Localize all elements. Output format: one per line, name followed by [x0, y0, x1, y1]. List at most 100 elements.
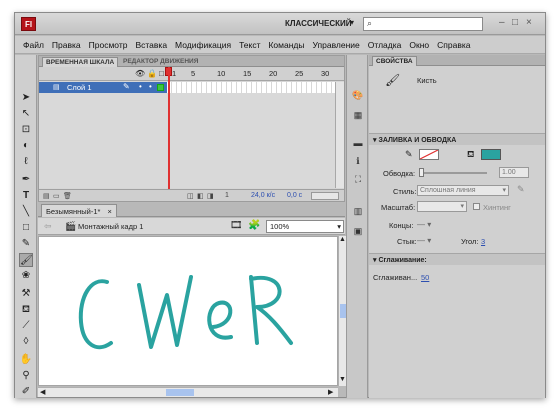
- lock-icon[interactable]: 🔒: [147, 69, 157, 78]
- chevron-down-icon[interactable]: ▾: [337, 222, 341, 231]
- onion-skin-icon[interactable]: ◫: [187, 192, 194, 200]
- fill-stroke-header[interactable]: ▾ ЗАЛИВКА И ОБВОДКА: [369, 133, 545, 145]
- stroke-width-field[interactable]: 1.00: [499, 167, 529, 178]
- stage-hscroll[interactable]: ◀ ▶: [38, 387, 338, 397]
- menu-modify[interactable]: Модификация: [175, 40, 231, 50]
- rectangle-tool-icon[interactable]: □: [19, 221, 33, 235]
- fps-value[interactable]: 24,0 к/с: [251, 192, 275, 199]
- deco-tool-icon[interactable]: ❀: [19, 269, 33, 283]
- back-arrow-icon[interactable]: ⇦: [44, 221, 52, 232]
- text-tool-icon[interactable]: T: [19, 189, 33, 203]
- lock-dot-icon[interactable]: •: [149, 82, 152, 91]
- menu-debug[interactable]: Отладка: [368, 40, 402, 50]
- stroke-slider-handle[interactable]: [419, 168, 424, 177]
- outline-icon[interactable]: □: [159, 69, 164, 78]
- menu-file[interactable]: Файл: [23, 40, 44, 50]
- scroll-up-icon[interactable]: ▲: [339, 236, 346, 243]
- selection-tool-icon[interactable]: ➤: [19, 91, 33, 105]
- hand-tool-icon[interactable]: ✋: [19, 353, 33, 367]
- menu-control[interactable]: Управление: [313, 40, 360, 50]
- tool-name: Кисть: [417, 76, 437, 85]
- visibility-dot-icon[interactable]: •: [139, 82, 142, 91]
- subselection-tool-icon[interactable]: ↖: [19, 107, 33, 121]
- joins-select[interactable]: — ▾: [417, 236, 431, 245]
- color-panel-icon[interactable]: 🎨: [351, 89, 365, 101]
- smoothing-header[interactable]: ▾ Сглаживание:: [369, 253, 545, 265]
- align-icon[interactable]: ▬: [351, 137, 365, 149]
- layer-frames[interactable]: [167, 82, 335, 93]
- close-button[interactable]: ×: [526, 17, 532, 28]
- layer-name[interactable]: Слой 1: [67, 83, 92, 92]
- edit-scene-icon[interactable]: 🎞: [230, 220, 243, 231]
- stroke-color-swatch[interactable]: [419, 149, 439, 160]
- document-tab[interactable]: Безымянный-1* ×: [41, 204, 117, 217]
- eyedropper-tool-icon[interactable]: ⟋: [19, 319, 33, 333]
- smoothing-value[interactable]: 50: [421, 273, 429, 282]
- angle-value[interactable]: 3: [481, 237, 485, 246]
- workspace-selector[interactable]: КЛАССИЧЕСКИЙ: [285, 19, 352, 28]
- menu-commands[interactable]: Команды: [268, 40, 304, 50]
- bone-tool-icon[interactable]: ⚒: [19, 287, 33, 301]
- minimize-button[interactable]: –: [499, 17, 505, 28]
- chevron-down-icon[interactable]: ▾: [350, 18, 354, 27]
- scroll-thumb[interactable]: [166, 389, 194, 396]
- brush-tool-icon[interactable]: 🖌: [19, 253, 33, 267]
- zoom-select[interactable]: 100% ▾: [266, 220, 344, 233]
- zoom-value: 100%: [270, 222, 290, 231]
- search-input[interactable]: ⌕: [363, 17, 483, 31]
- eye-icon[interactable]: 👁: [135, 69, 145, 78]
- delete-layer-icon[interactable]: 🗑: [63, 192, 72, 200]
- pencil-tool-icon[interactable]: ✎: [19, 237, 33, 251]
- menu-text[interactable]: Текст: [239, 40, 260, 50]
- library-icon[interactable]: ▣: [351, 225, 365, 237]
- eraser-tool-icon[interactable]: ◊: [19, 335, 33, 349]
- tab-motion-editor[interactable]: РЕДАКТОР ДВИЖЕНИЯ: [120, 57, 201, 67]
- info-icon[interactable]: ℹ: [351, 155, 365, 167]
- edit-symbols-icon[interactable]: 🧩: [248, 220, 260, 231]
- scene-label[interactable]: Монтажный кадр 1: [78, 222, 143, 231]
- stroke-slider-track[interactable]: [419, 172, 487, 174]
- line-tool-icon[interactable]: ╲: [19, 205, 33, 219]
- zoom-tool-icon[interactable]: ⚲: [19, 369, 33, 383]
- paint-bucket-tool-icon[interactable]: ⛾: [19, 303, 33, 317]
- timeline-hscroll[interactable]: [311, 192, 339, 200]
- components-icon[interactable]: ▥: [351, 205, 365, 217]
- tab-timeline[interactable]: ВРЕМЕННАЯ ШКАЛА: [42, 57, 119, 67]
- caps-select[interactable]: — ▾: [417, 220, 431, 229]
- edit-stroke-style-icon[interactable]: ✎: [517, 184, 525, 195]
- maximize-button[interactable]: □: [512, 17, 518, 28]
- tab-properties[interactable]: СВОЙСТВА: [372, 56, 417, 66]
- scroll-down-icon[interactable]: ▼: [339, 376, 346, 383]
- pen-tool-icon[interactable]: ✒: [19, 173, 33, 187]
- edit-frames-icon[interactable]: ◨: [207, 192, 214, 200]
- stage[interactable]: [38, 236, 338, 386]
- new-layer-icon[interactable]: ▤: [43, 192, 50, 200]
- timeline-scrollbar[interactable]: [335, 82, 344, 188]
- stage-vscroll[interactable]: ▲ ▼: [338, 236, 346, 386]
- hinting-checkbox[interactable]: [473, 203, 480, 210]
- swatches-icon[interactable]: ▦: [351, 109, 365, 121]
- scale-select[interactable]: ▾: [417, 201, 467, 212]
- menu-window[interactable]: Окно: [409, 40, 429, 50]
- tools-panel: ➤ ↖ ⊡ ◐ ℓ ✒ T ╲ □ ✎ 🖌 ❀ ⚒ ⛾ ⟋ ◊ ✋ ⚲ ✐: [15, 55, 37, 398]
- menu-view[interactable]: Просмотр: [89, 40, 128, 50]
- scroll-left-icon[interactable]: ◀: [40, 388, 45, 396]
- fill-color-swatch[interactable]: [481, 149, 501, 160]
- layer-name-cell[interactable]: ▤ Слой 1 ✎ • •: [39, 82, 167, 93]
- new-folder-icon[interactable]: ▭: [53, 192, 60, 200]
- stroke-color-icon[interactable]: ✐: [19, 385, 33, 399]
- stroke-style-select[interactable]: Сплошная линия ▾: [417, 185, 509, 196]
- menu-help[interactable]: Справка: [437, 40, 470, 50]
- menu-insert[interactable]: Вставка: [135, 40, 167, 50]
- close-tab-icon[interactable]: ×: [108, 207, 112, 216]
- transform-icon[interactable]: ⛶: [351, 173, 365, 185]
- onion-outline-icon[interactable]: ◧: [197, 192, 204, 200]
- layer-color-icon[interactable]: [157, 84, 164, 91]
- free-transform-tool-icon[interactable]: ⊡: [19, 123, 33, 137]
- menu-edit[interactable]: Правка: [52, 40, 81, 50]
- layer-row[interactable]: ▤ Слой 1 ✎ • •: [39, 82, 344, 93]
- frame-number: 30: [321, 69, 330, 78]
- scroll-right-icon[interactable]: ▶: [328, 388, 333, 396]
- lasso-tool-icon[interactable]: ℓ: [19, 155, 33, 169]
- 3d-rotation-tool-icon[interactable]: ◐: [19, 139, 33, 153]
